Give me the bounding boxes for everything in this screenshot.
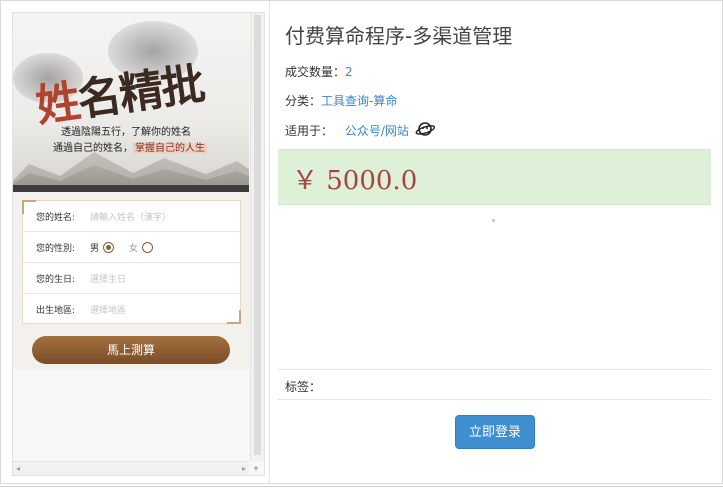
preview-panel: 姓名精批 透過陰陽五行，了解你的姓名 通過自己的姓名， 掌握自己的人生 您的姓名:… [12, 12, 265, 476]
category: 分类：工具查询-算命 [285, 92, 397, 109]
region-label: 出生地區: [36, 305, 76, 316]
preview-banner: 姓名精批 透過陰陽五行，了解你的姓名 通過自己的姓名， 掌握自己的人生 [13, 13, 249, 191]
corner-ornament [22, 200, 36, 214]
deals-label: 成交数量： [285, 65, 346, 79]
deals-count: 成交数量：2 [285, 63, 353, 80]
banner-title-char: 批 [157, 58, 207, 115]
preview-vertical-scrollbar[interactable]: ▾ [250, 13, 264, 473]
banner-subtitle-1: 透過陰陽五行，了解你的姓名 [61, 127, 191, 138]
gender-row: 您的性別: 男 女 [23, 232, 240, 263]
banner-subtitle-2a: 通過自己的姓名， [53, 143, 133, 154]
price-banner: ￥ 5000.0 [278, 149, 711, 205]
divider [278, 369, 711, 370]
banner-title-char: 名 [74, 70, 124, 127]
gender-female-label: 女 [129, 243, 139, 254]
divider [278, 399, 711, 400]
scrollbar-thumb[interactable] [254, 15, 261, 455]
banner-subtitle-2b: 掌握自己的人生 [133, 143, 207, 154]
birthday-row: 您的生日: 選擇生日 [23, 263, 240, 294]
banner-divider [13, 185, 249, 192]
scroll-down-icon[interactable]: ▾ [254, 464, 258, 473]
region-row: 出生地區: 選擇地區 [23, 294, 240, 324]
banner-subtitle-2: 通過自己的姓名， 掌握自己的人生 [53, 139, 207, 154]
applies-link[interactable]: 公众号/网站 [345, 124, 409, 138]
gender-male-radio[interactable] [103, 241, 115, 253]
product-title: 付费算命程序-多渠道管理 [285, 24, 513, 48]
preview-horizontal-scrollbar[interactable]: ◂ ▸ [13, 461, 249, 475]
scroll-right-icon[interactable]: ▸ [242, 464, 246, 473]
tags-label: 标签： [285, 380, 322, 394]
region-picker[interactable]: 選擇地區 [90, 303, 126, 316]
page-frame: 姓名精批 透過陰陽五行，了解你的姓名 通過自己的姓名， 掌握自己的人生 您的姓名:… [0, 0, 723, 484]
applies-label: 适用于： [285, 124, 334, 138]
corner-ornament [227, 310, 241, 324]
birthday-picker[interactable]: 選擇生日 [90, 272, 126, 285]
name-input[interactable]: 請輸入姓名（漢字） [90, 210, 171, 223]
panel-divider [269, 1, 270, 483]
loading-dot [492, 219, 495, 222]
gender-female-radio[interactable] [142, 241, 154, 253]
applies-to: 适用于： 公众号/网站 [285, 122, 409, 139]
birthday-label: 您的生日: [36, 274, 76, 285]
banner-title-char: 精 [116, 64, 165, 121]
category-label: 分类： [285, 94, 322, 108]
name-label: 您的姓名: [36, 212, 76, 223]
deals-value: 2 [345, 65, 353, 79]
app-preview: 姓名精批 透過陰陽五行，了解你的姓名 通過自己的姓名， 掌握自己的人生 您的姓名:… [13, 13, 249, 370]
gender-label: 您的性別: [36, 243, 76, 254]
calculate-button[interactable]: 馬上測算 [32, 336, 230, 364]
fortune-form: 您的姓名: 請輸入姓名（漢字） 您的性別: 男 女 您的生日: 選擇生日 出生地… [22, 200, 241, 324]
planet-icon [415, 122, 435, 136]
category-link[interactable]: 工具查询-算命 [321, 94, 397, 108]
scroll-left-icon[interactable]: ◂ [16, 464, 20, 473]
page-bottom-border [0, 486, 723, 487]
price-value: ￥ 5000.0 [292, 166, 418, 196]
name-row: 您的姓名: 請輸入姓名（漢字） [23, 201, 240, 232]
login-button[interactable]: 立即登录 [455, 415, 535, 449]
gender-male-label: 男 [90, 243, 100, 254]
